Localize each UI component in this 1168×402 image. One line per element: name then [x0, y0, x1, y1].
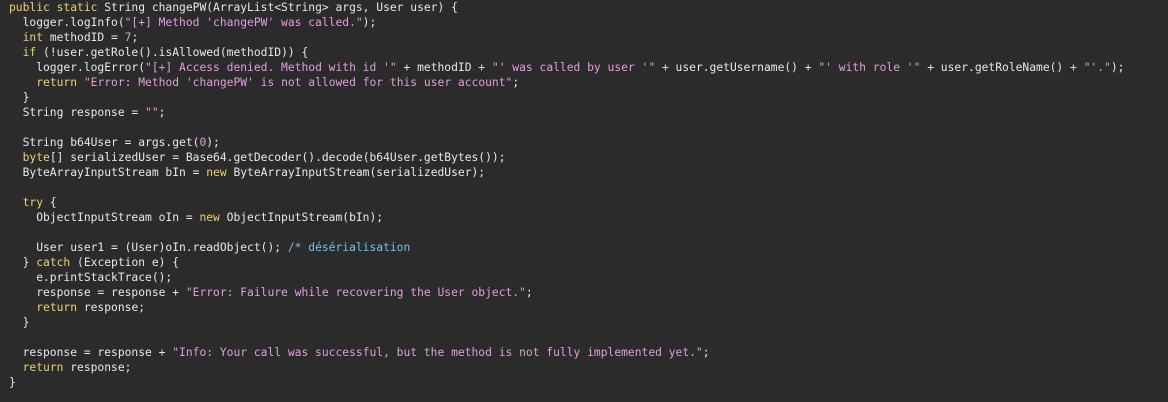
code-token: response = response + [9, 346, 173, 359]
code-token: ); [206, 136, 220, 149]
string-token: "[+] Access denied. Method with id '" [145, 61, 397, 74]
string-token: "' was called by user '" [491, 61, 656, 74]
code-line: response = response + "Error: Failure wh… [9, 285, 1168, 300]
code-line: logger.logError("[+] Access denied. Meth… [9, 60, 1168, 75]
code-line: return "Error: Method 'changePW' is not … [9, 75, 1168, 90]
keyword-token: new [199, 211, 220, 224]
code-line: } [9, 315, 1168, 330]
code-token: ; [512, 76, 520, 89]
keyword-token: return [36, 301, 78, 314]
code-line: try { [9, 195, 1168, 210]
code-token: ; [525, 286, 533, 299]
code-line: e.printStackTrace(); [9, 270, 1168, 285]
code-token: ); [362, 16, 377, 29]
code-token: } [9, 316, 30, 329]
comment-token: /* désérialisation [287, 241, 411, 254]
code-view: public static String changePW(ArrayList<… [0, 0, 1168, 390]
string-token: "[+] Method 'changePW' was called." [124, 16, 363, 29]
code-token: logger.logInfo( [9, 16, 125, 29]
code-token: String changePW(ArrayList<String> args, … [97, 1, 458, 14]
keyword-token: byte [22, 151, 50, 164]
code-token: ; [131, 31, 139, 44]
code-token: ; [158, 106, 166, 119]
code-token: ; [702, 346, 710, 359]
code-line: if (!user.getRole().isAllowed(methodID))… [9, 45, 1168, 60]
code-token: + methodID + [396, 61, 492, 74]
string-token: "Info: Your call was successful, but the… [172, 346, 703, 359]
code-token: String response = [9, 106, 146, 119]
code-token: ByteArrayInputStream(serializedUser); [226, 166, 486, 179]
code-token: logger.logError( [9, 61, 146, 74]
code-line: } [9, 90, 1168, 105]
code-token: response; [63, 361, 132, 374]
keyword-token: return [36, 76, 78, 89]
code-line: String b64User = args.get(0); [9, 135, 1168, 150]
string-token: "Error: Failure while recovering the Use… [185, 286, 526, 299]
code-line: ByteArrayInputStream bIn = new ByteArray… [9, 165, 1168, 180]
code-token: ByteArrayInputStream bIn = [9, 166, 207, 179]
code-line: User user1 = (User)oIn.readObject(); /* … [9, 240, 1168, 255]
string-token: "Error: Method 'changePW' is not allowed… [83, 76, 513, 89]
code-token: (Exception e) { [70, 256, 180, 269]
code-line: int methodID = 7; [9, 30, 1168, 45]
code-token: response = response + [9, 286, 186, 299]
keyword-token: public static [9, 1, 98, 14]
code-token: { [43, 196, 57, 209]
code-token: ); [1110, 61, 1125, 74]
string-token: "" [145, 106, 159, 119]
code-line: byte[] serializedUser = Base64.getDecode… [9, 150, 1168, 165]
string-token: "'." [1083, 61, 1111, 74]
code-token: response; [77, 301, 146, 314]
code-line: response = response + "Info: Your call w… [9, 345, 1168, 360]
code-line: logger.logInfo("[+] Method 'changePW' wa… [9, 15, 1168, 30]
keyword-token: try [22, 196, 44, 209]
code-token: } [9, 376, 16, 389]
code-token: } [9, 91, 30, 104]
code-token: User user1 = (User)oIn.readObject(); [9, 241, 288, 254]
code-line: String response = ""; [9, 105, 1168, 120]
code-token: [] serializedUser = Base64.getDecoder().… [49, 151, 506, 164]
code-line: return response; [9, 300, 1168, 315]
code-token: + user.getUsername() + [655, 61, 819, 74]
keyword-token: return [22, 361, 64, 374]
code-line: public static String changePW(ArrayList<… [9, 0, 1168, 15]
code-line: } [9, 375, 1168, 390]
code-line: ObjectInputStream oIn = new ObjectInputS… [9, 210, 1168, 225]
keyword-token: int [22, 31, 44, 44]
code-token: methodID = [43, 31, 125, 44]
code-editor[interactable]: public static String changePW(ArrayList<… [0, 0, 1168, 402]
code-token: } [9, 256, 37, 269]
code-token: e.printStackTrace(); [9, 271, 173, 284]
code-token: (!user.getRole().isAllowed(methodID)) { [36, 46, 309, 59]
string-token: "' with role '" [818, 61, 921, 74]
code-line: } catch (Exception e) { [9, 255, 1168, 270]
code-token: ObjectInputStream oIn = [9, 211, 200, 224]
keyword-token: catch [36, 256, 71, 269]
keyword-token: new [206, 166, 227, 179]
code-token: ObjectInputStream(bIn); [219, 211, 384, 224]
code-token: String b64User = args.get( [9, 136, 200, 149]
code-line: return response; [9, 360, 1168, 375]
code-token: + user.getRoleName() + [920, 61, 1084, 74]
keyword-token: if [22, 46, 37, 59]
